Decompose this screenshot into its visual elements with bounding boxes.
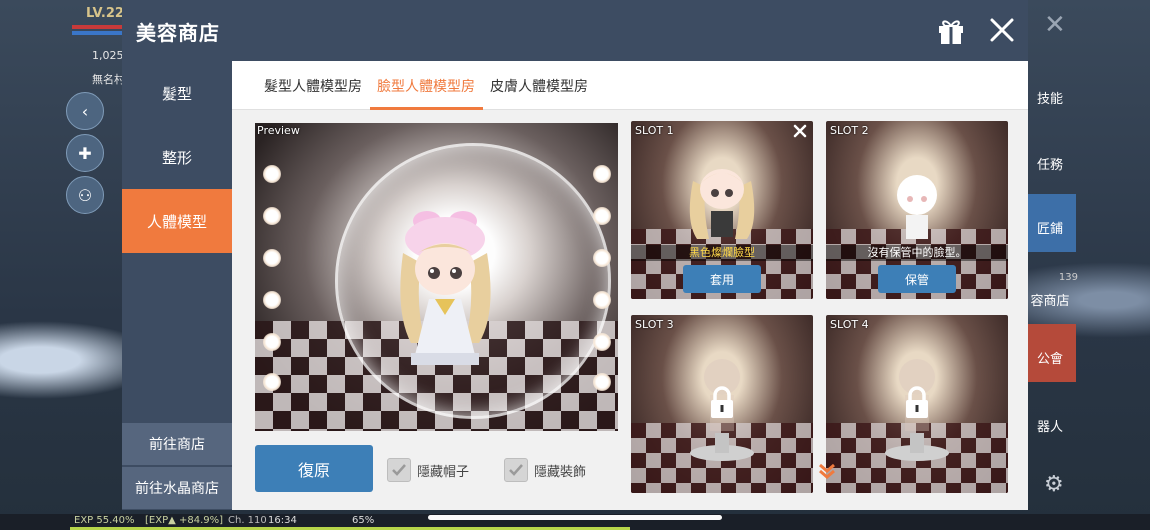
slot-2[interactable]: SLOT 2 沒有保管中的臉型。 保管 [826, 121, 1008, 299]
battery-text: 65% [352, 515, 375, 526]
tab-skin-mannequin[interactable]: 皮膚人體模型房 [490, 76, 588, 96]
modal-title: 美容商店 [136, 21, 220, 45]
beauty-shop-modal: 美容商店 髮型 整形 人體模型 前往商店 前往水晶商店 髮型人體模型房 臉型人體… [122, 0, 1028, 510]
time-text: 16:34 [268, 515, 297, 526]
menu-badge: 139 [1058, 272, 1078, 283]
skill-icon [1036, 64, 1064, 86]
slot-label: SLOT 2 [830, 124, 869, 137]
menu-robot[interactable]: 器人 [1024, 392, 1076, 435]
home-indicator[interactable] [428, 515, 722, 520]
menu-skills[interactable]: 技能 [1024, 64, 1076, 107]
pedestal [690, 433, 754, 461]
check-icon [509, 464, 523, 476]
slot-4[interactable]: SLOT 4 [826, 315, 1008, 493]
pedestal [885, 433, 949, 461]
store-button[interactable]: 保管 [878, 265, 956, 293]
tab-hair-mannequin[interactable]: 髮型人體模型房 [264, 76, 362, 96]
hide-hat-label: 隱藏帽子 [417, 464, 470, 480]
back-arrow-icon[interactable]: ‹ [66, 92, 104, 130]
exp-text: EXP 55.40% [74, 515, 135, 526]
checkbox-box[interactable] [504, 458, 528, 482]
slot-label: SLOT 1 [635, 124, 674, 137]
preview-label: Preview [257, 124, 300, 137]
mirror-bulb [263, 249, 281, 267]
apply-button[interactable]: 套用 [683, 265, 761, 293]
quest-icon [1036, 130, 1064, 152]
location-text: 無名村 [92, 73, 125, 86]
slot-character-sprite [689, 169, 755, 239]
mp-bar [72, 31, 122, 35]
anvil-icon [1036, 194, 1064, 216]
mirror-bulb [263, 165, 281, 183]
slot-label: SLOT 3 [635, 318, 674, 331]
check-icon [392, 464, 406, 476]
character-preview: Preview [255, 123, 618, 431]
slot-3[interactable]: SLOT 3 [631, 315, 813, 493]
channel-text: Ch. 110 [228, 515, 267, 526]
character-sprite [400, 211, 491, 365]
menu-quests[interactable]: 任務 [1024, 130, 1076, 173]
menu-beauty-shop[interactable]: 容商店 139 [1024, 266, 1078, 309]
modal-header: 美容商店 [122, 0, 1028, 61]
slot-face-name: 黑色燦爛臉型 [631, 245, 813, 261]
slot-1[interactable]: SLOT 1 黑色燦爛臉型 套用 [631, 121, 813, 299]
hud-close-icon[interactable]: ✕ [1044, 10, 1066, 40]
settings-gear-icon[interactable]: ⚙ [1044, 472, 1064, 497]
go-to-crystal-shop-button[interactable]: 前往水晶商店 [122, 467, 232, 509]
mirror-bulb [593, 249, 611, 267]
mirror-bulb [263, 373, 281, 391]
scroll-down-chevron-icon[interactable] [817, 461, 837, 481]
mirror-bulb [593, 333, 611, 351]
slot-empty-text: 沒有保管中的臉型。 [826, 245, 1008, 261]
tab-face-mannequin[interactable]: 臉型人體模型房 [377, 76, 475, 96]
mirror-bulb [593, 165, 611, 183]
slot-bald-mannequin [897, 175, 937, 239]
mirror-bulb [593, 207, 611, 225]
close-icon[interactable] [986, 14, 1018, 46]
guild-icon [1036, 324, 1064, 346]
hide-accessories-checkbox[interactable]: 隱藏裝飾 [504, 458, 586, 482]
mirror-bulb [263, 207, 281, 225]
slot-label: SLOT 4 [830, 318, 869, 331]
lock-icon [906, 386, 928, 418]
active-tab-underline [370, 107, 483, 110]
mirror-bulb [593, 373, 611, 391]
slot-close-icon[interactable] [792, 123, 808, 139]
lock-icon [711, 386, 733, 418]
hide-accessories-label: 隱藏裝飾 [534, 464, 587, 480]
hide-hat-checkbox[interactable]: 隱藏帽子 [387, 458, 469, 482]
menu-guild[interactable]: 公會 [1024, 324, 1076, 382]
main-content: 髮型人體模型房 臉型人體模型房 皮膚人體模型房 Preview 復原 隱藏帽子 … [232, 61, 1028, 510]
sidebar-item-face[interactable]: 整形 [122, 125, 232, 189]
restore-button[interactable]: 復原 [255, 445, 373, 492]
gift-icon[interactable] [936, 16, 966, 46]
robot-icon [1036, 392, 1064, 414]
power-text: 1,025 [92, 49, 124, 62]
mirror-bulb [263, 291, 281, 309]
hp-bar [72, 25, 122, 29]
sidebar: 髮型 整形 人體模型 前往商店 前往水晶商店 [122, 61, 232, 510]
menu-craft[interactable]: 匠鋪 [1024, 194, 1076, 252]
sidebar-item-mannequin[interactable]: 人體模型 [122, 189, 232, 253]
sidebar-item-hair[interactable]: 髮型 [122, 61, 232, 125]
potion-icon[interactable]: ✚ [66, 134, 104, 172]
mirror-bulb [593, 291, 611, 309]
exp-gain-text: [EXP▲ +84.9%] [145, 515, 224, 526]
handshake-icon[interactable]: ⚇ [66, 176, 104, 214]
checkbox-box[interactable] [387, 458, 411, 482]
tab-bar: 髮型人體模型房 臉型人體模型房 皮膚人體模型房 [232, 61, 1028, 110]
mirror-bulb [263, 333, 281, 351]
go-to-shop-button[interactable]: 前往商店 [122, 423, 232, 465]
